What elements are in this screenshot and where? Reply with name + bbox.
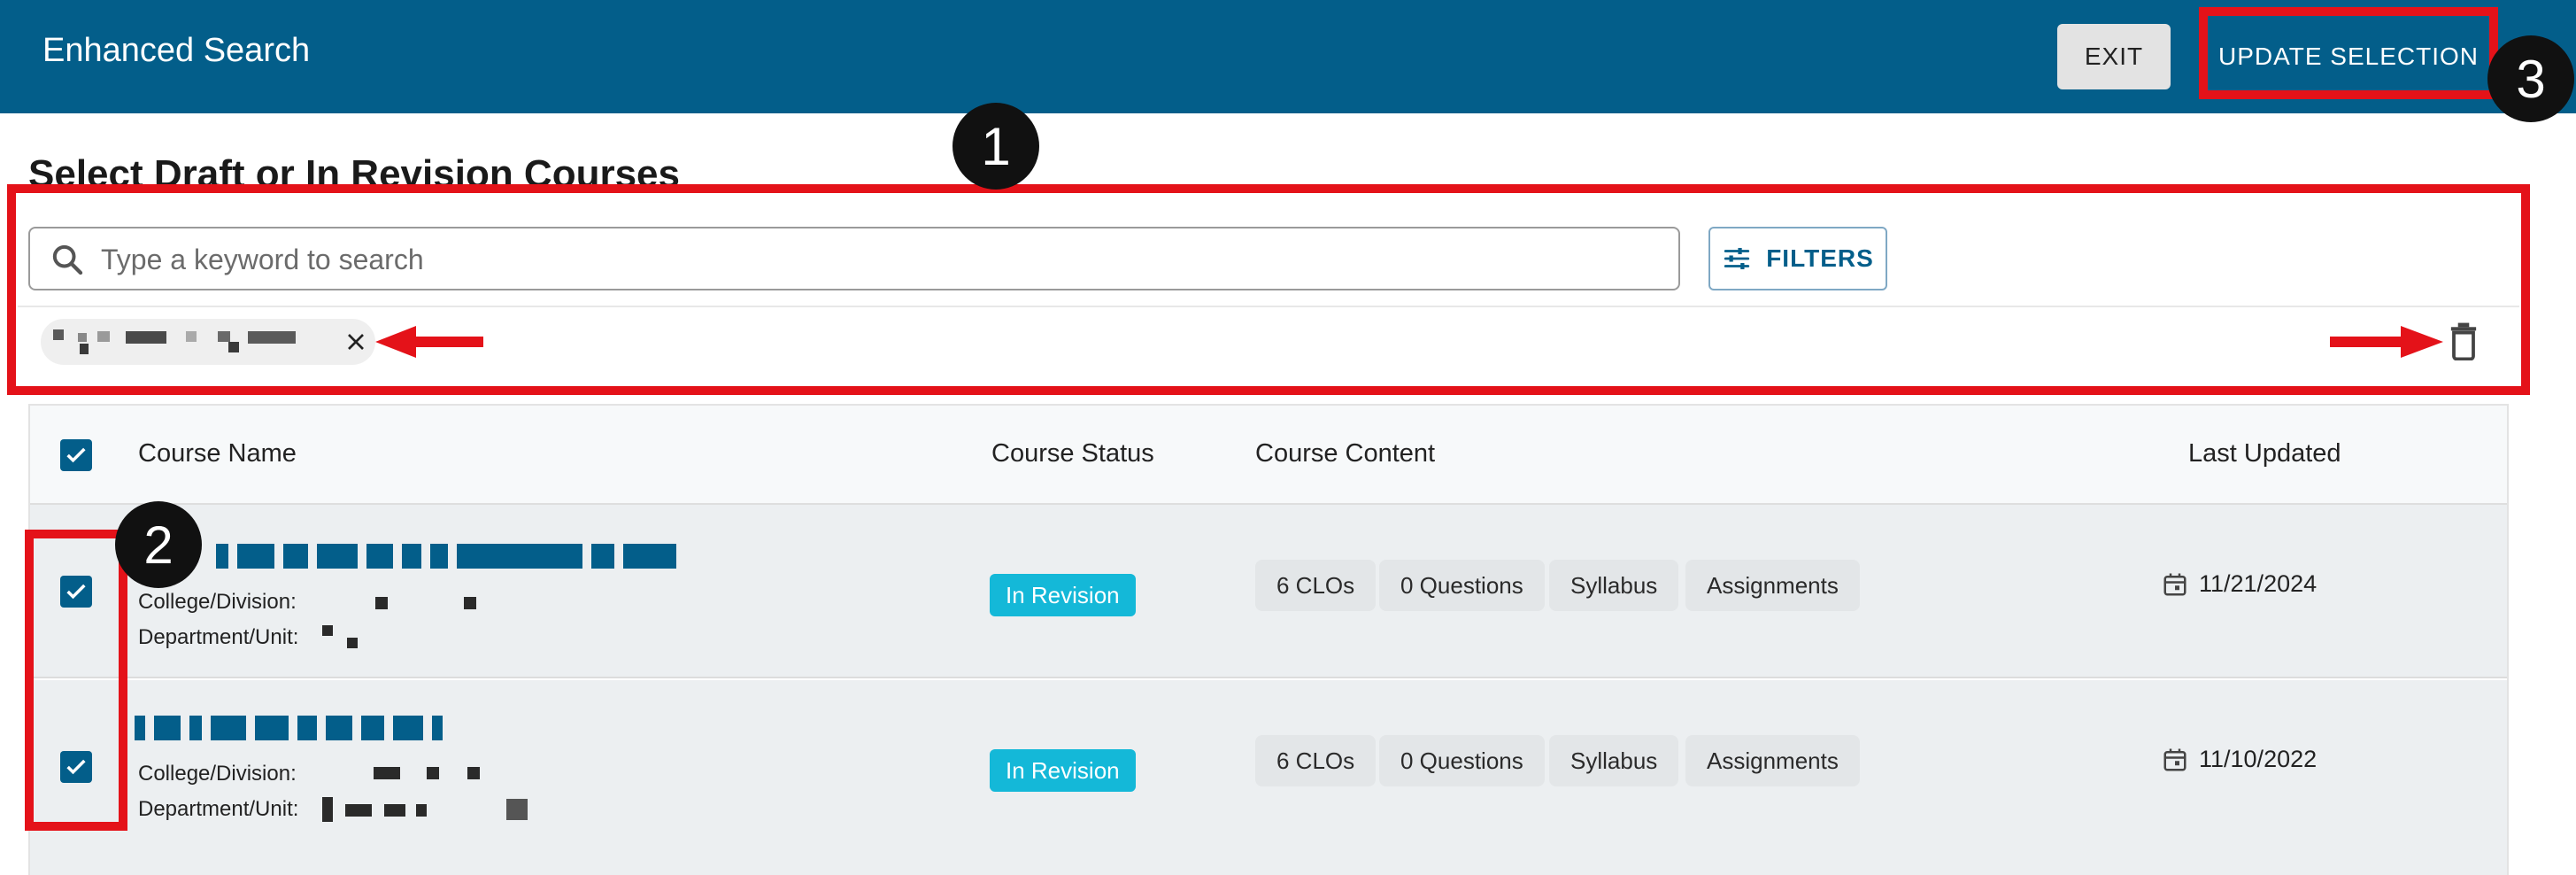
select-all-checkbox[interactable]	[60, 439, 92, 471]
app-title: Enhanced Search	[42, 32, 311, 69]
table-row-partial	[30, 852, 2507, 875]
last-updated-date: 11/10/2022	[2199, 746, 2318, 772]
content-tag-assignments[interactable]: Assignments	[1685, 560, 1860, 611]
status-badge: In Revision	[990, 574, 1136, 616]
exit-button[interactable]: EXIT	[2057, 24, 2171, 89]
content-tag-questions[interactable]: 0 Questions	[1379, 560, 1545, 611]
department-label: Department/Unit:	[138, 797, 299, 821]
last-updated-date: 11/21/2024	[2199, 570, 2318, 597]
column-header-last-updated[interactable]: Last Updated	[2188, 439, 2341, 468]
annotation-arrow-left	[375, 326, 483, 358]
course-name-link[interactable]	[135, 716, 451, 740]
annotation-badge-2: 2	[115, 501, 202, 588]
calendar-icon	[2163, 748, 2187, 770]
annotation-box-search	[7, 184, 2530, 395]
last-updated: 11/21/2024	[2162, 570, 2317, 598]
check-icon	[66, 447, 86, 463]
content-tag-syllabus[interactable]: Syllabus	[1549, 560, 1679, 611]
table-row[interactable]: College/Division: Department/Unit: In Re…	[30, 680, 2507, 854]
column-header-course-content[interactable]: Course Content	[1255, 439, 1435, 468]
college-label: College/Division:	[138, 590, 297, 614]
annotation-box-update	[2199, 7, 2498, 99]
annotation-badge-3: 3	[2487, 35, 2574, 122]
table-header: Course Name Course Status Course Content…	[30, 406, 2507, 505]
content-tag-clos[interactable]: 6 CLOs	[1255, 560, 1377, 611]
table-row[interactable]: College/Division: Department/Unit: In Re…	[30, 505, 2507, 678]
content-tag-questions[interactable]: 0 Questions	[1379, 735, 1545, 786]
content-tag-assignments[interactable]: Assignments	[1685, 735, 1860, 786]
annotation-box-checkboxes	[25, 530, 127, 831]
status-badge: In Revision	[990, 749, 1136, 792]
college-label: College/Division:	[138, 762, 297, 786]
app-header: Enhanced Search	[0, 0, 2576, 113]
annotation-badge-1: 1	[953, 103, 1039, 190]
last-updated: 11/10/2022	[2162, 746, 2317, 773]
department-label: Department/Unit:	[138, 625, 299, 649]
annotation-arrow-right	[2330, 326, 2443, 358]
course-name-link[interactable]	[216, 544, 685, 569]
content-tag-clos[interactable]: 6 CLOs	[1255, 735, 1377, 786]
column-header-course-name[interactable]: Course Name	[138, 439, 297, 468]
content-tag-syllabus[interactable]: Syllabus	[1549, 735, 1679, 786]
courses-table: Course Name Course Status Course Content…	[28, 404, 2509, 875]
column-header-course-status[interactable]: Course Status	[991, 439, 1154, 468]
calendar-icon	[2163, 573, 2187, 595]
